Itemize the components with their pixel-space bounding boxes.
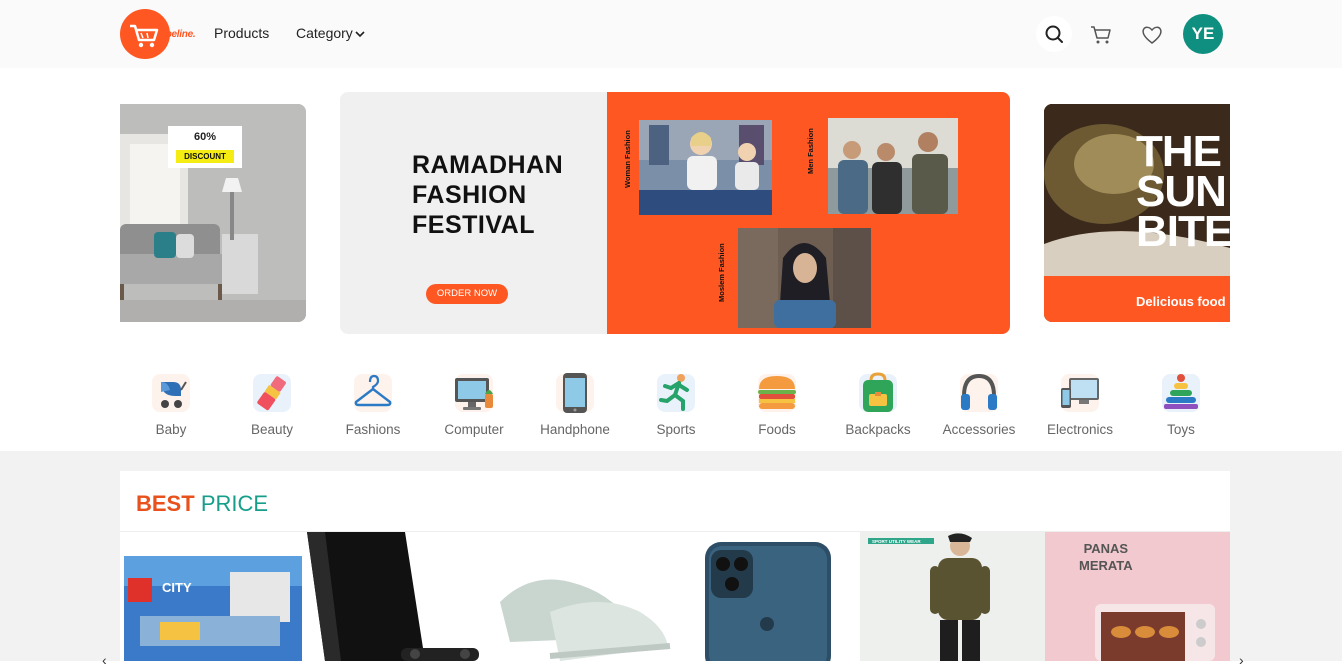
festival-title: RAMADHAN FASHION FESTIVAL	[412, 150, 563, 240]
search-icon	[1045, 25, 1063, 43]
sneakers-image	[490, 532, 675, 661]
category-baby[interactable]: Baby	[131, 370, 211, 437]
category-computer[interactable]: Computer	[434, 370, 514, 437]
category-accessories[interactable]: Accessories	[939, 370, 1019, 437]
sun-bite-caption: Delicious food	[1136, 294, 1226, 309]
chevron-down-icon	[355, 31, 365, 38]
category-label: Baby	[155, 422, 187, 437]
category-backpacks[interactable]: Backpacks	[838, 370, 918, 437]
carousel-prev-arrow-icon[interactable]: ‹	[102, 652, 107, 668]
category-label: Computer	[444, 422, 504, 437]
best-price-title: BEST PRICE	[136, 491, 268, 517]
user-avatar[interactable]: YE	[1183, 14, 1223, 54]
product-oven[interactable]: PANAS MERATA	[1045, 532, 1230, 661]
order-now-button[interactable]: ORDER NOW	[426, 284, 508, 304]
sun-bite-band: Delicious food	[1044, 276, 1230, 322]
product-playstation[interactable]	[305, 532, 490, 661]
slide-discount[interactable]: 60% DISCOUNT	[120, 104, 306, 322]
product-iphone[interactable]	[675, 532, 860, 661]
brand-logo[interactable]: albeline.	[120, 9, 196, 59]
category-label: Fashions	[345, 422, 401, 437]
product-sneakers[interactable]	[490, 532, 675, 661]
best-price-title-bold: BEST	[136, 491, 195, 516]
best-price-title-rest: PRICE	[200, 491, 269, 516]
lego-box-image	[120, 532, 305, 661]
phone-icon	[552, 370, 598, 416]
desktop-icon	[451, 370, 497, 416]
oven-title-line: PANAS	[1083, 541, 1129, 556]
promo-carousel: 60% DISCOUNT RAMADHAN FASHION FESTIVAL O…	[120, 92, 1230, 334]
discount-label: DISCOUNT	[176, 150, 234, 163]
navbar: albeline. Products Category YE	[0, 0, 1342, 68]
sun-bite-line: BITE	[1136, 207, 1230, 256]
category-handphone[interactable]: Handphone	[535, 370, 615, 437]
cart-icon	[1091, 26, 1111, 44]
nav-category-dropdown[interactable]: Category	[296, 25, 365, 41]
oven-title: PANAS MERATA	[1079, 540, 1133, 574]
hoodie-tag: SPORT UTILITY WEAR	[872, 539, 921, 544]
oven-title-line: MERATA	[1079, 558, 1133, 573]
slide-sun-bite[interactable]: THE SUN BITE Delicious food	[1044, 104, 1230, 322]
best-price-section: BEST PRICE CITY SPORT UTILITY WEAR PANAS…	[120, 471, 1230, 661]
cart-button[interactable]	[1087, 20, 1115, 48]
category-fashions[interactable]: Fashions	[333, 370, 413, 437]
wishlist-button[interactable]	[1138, 20, 1166, 48]
moslem-fashion-label: Moslem Fashion	[717, 243, 726, 302]
slide-ramadhan-festival[interactable]: RAMADHAN FASHION FESTIVAL ORDER NOW Woma…	[340, 92, 1010, 334]
headphones-icon	[956, 370, 1002, 416]
backpack-icon	[855, 370, 901, 416]
hanger-icon	[350, 370, 396, 416]
search-button[interactable]	[1036, 16, 1072, 52]
hoodie-model-image	[860, 532, 1045, 661]
category-sports[interactable]: Sports	[636, 370, 716, 437]
iphone-image	[675, 532, 860, 661]
category-label: Foods	[758, 422, 796, 437]
moslem-fashion-photo	[738, 228, 871, 328]
woman-fashion-photo	[639, 120, 772, 215]
logo-text: albeline.	[158, 29, 196, 40]
carousel-next-arrow-icon[interactable]: ›	[1239, 652, 1244, 668]
oven-image	[1045, 532, 1230, 661]
festival-title-line: FESTIVAL	[412, 211, 535, 239]
category-beauty[interactable]: Beauty	[232, 370, 312, 437]
category-foods[interactable]: Foods	[737, 370, 817, 437]
category-label: Accessories	[942, 422, 1016, 437]
fashion-photo-panel: Woman Fashion Men Fashion Moslem Fashion	[607, 92, 1010, 334]
heart-icon	[1142, 26, 1162, 44]
product-hoodie[interactable]: SPORT UTILITY WEAR	[860, 532, 1045, 661]
runner-icon	[653, 370, 699, 416]
category-label: Handphone	[540, 422, 610, 437]
nav-products-link[interactable]: Products	[214, 25, 269, 41]
category-label: Beauty	[250, 422, 294, 437]
lego-city-text: CITY	[162, 580, 192, 595]
discount-badge: 60% DISCOUNT	[168, 126, 242, 168]
lipstick-icon	[249, 370, 295, 416]
console-image	[305, 532, 490, 661]
sun-bite-line: THE	[1136, 127, 1222, 176]
category-label: Backpacks	[845, 422, 911, 437]
devices-icon	[1057, 370, 1103, 416]
festival-title-line: FASHION	[412, 181, 527, 209]
category-electronics[interactable]: Electronics	[1040, 370, 1120, 437]
discount-percent: 60%	[193, 131, 217, 143]
product-lego-city[interactable]: CITY	[120, 532, 305, 661]
category-label: Sports	[656, 422, 696, 437]
burger-icon	[754, 370, 800, 416]
men-fashion-photo	[828, 118, 958, 214]
nav-category-label: Category	[296, 25, 353, 41]
sun-bite-title: THE SUN BITE	[1136, 127, 1230, 256]
category-label: Toys	[1167, 422, 1195, 437]
sun-bite-line: SUN	[1136, 167, 1227, 216]
men-fashion-label: Men Fashion	[806, 128, 815, 174]
category-label: Electronics	[1046, 422, 1114, 437]
woman-fashion-label: Woman Fashion	[623, 130, 632, 188]
stroller-icon	[148, 370, 194, 416]
toy-stack-icon	[1158, 370, 1204, 416]
festival-title-line: RAMADHAN	[412, 151, 564, 179]
category-toys[interactable]: Toys	[1141, 370, 1221, 437]
